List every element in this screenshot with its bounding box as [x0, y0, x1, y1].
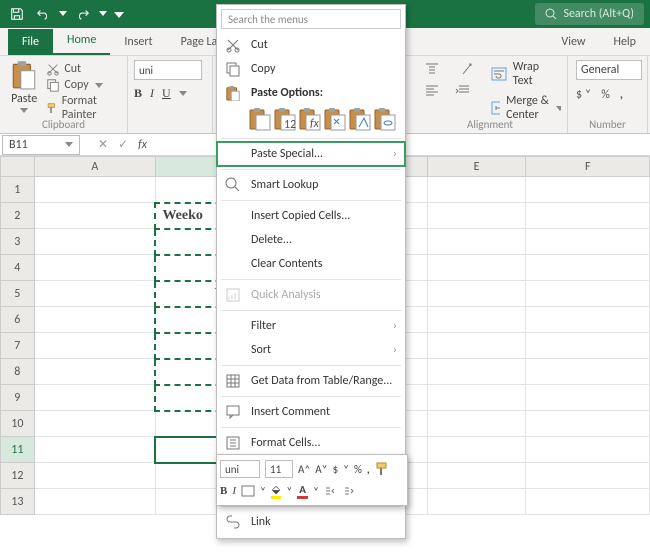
ctx-link[interactable]: Link [217, 510, 405, 534]
ctx-search[interactable]: Search the menus [221, 9, 401, 29]
ctx-insert-comment[interactable]: Insert Comment [217, 400, 405, 424]
underline-button[interactable]: U [162, 86, 171, 101]
cancel-icon[interactable]: ✕ [98, 137, 108, 152]
svg-text:123: 123 [284, 118, 296, 131]
align-top-icon[interactable] [425, 63, 439, 75]
ctx-delete[interactable]: Delete... [217, 228, 405, 252]
ctx-paste-options-header: Paste Options: [217, 81, 405, 105]
ctx-cut[interactable]: Cut [217, 33, 405, 57]
font-name-box[interactable]: uni [134, 60, 202, 80]
svg-text:fx: fx [310, 117, 320, 131]
decrease-font-icon[interactable]: A˅ [315, 463, 327, 476]
col-hdr-f[interactable]: F [526, 157, 650, 177]
mini-fill-icon[interactable]: ⬙ [271, 483, 281, 499]
chevron-right-icon: › [393, 147, 397, 161]
ctx-quick-analysis: Quick Analysis [217, 283, 405, 307]
tab-home[interactable]: Home [53, 27, 110, 55]
tab-insert[interactable]: Insert [110, 29, 166, 55]
search-box[interactable]: Search (Alt+Q) [535, 3, 644, 25]
fx-icon[interactable]: fx [138, 138, 147, 152]
ctx-clear-contents[interactable]: Clear Contents [217, 252, 405, 276]
group-clipboard: Paste Cut Copy Format Painter Clipboard [0, 56, 128, 133]
mini-font-color-icon[interactable]: A [297, 483, 308, 499]
ctx-insert-copied[interactable]: Insert Copied Cells... [217, 204, 405, 228]
mini-borders-icon[interactable] [241, 485, 255, 497]
group-font: uni B I U [128, 56, 213, 133]
mini-currency[interactable]: $ [333, 463, 339, 476]
undo-icon[interactable] [32, 3, 54, 25]
paste-options-row: 123 fx [217, 105, 405, 135]
chevron-right-icon: › [393, 319, 397, 333]
chevron-right-icon: › [393, 343, 397, 357]
copy-button[interactable]: Copy [46, 78, 121, 92]
indent-icon[interactable] [455, 84, 469, 96]
paste-opt-formulas[interactable]: fx [299, 107, 321, 131]
orientation-icon[interactable] [461, 62, 473, 76]
number-format-box[interactable]: General [576, 60, 642, 80]
name-box[interactable]: B11 [2, 135, 80, 155]
col-hdr-e[interactable]: E [427, 157, 526, 177]
mini-increase-decimal-icon[interactable] [343, 485, 357, 497]
paste-opt-all[interactable] [249, 107, 271, 131]
search-icon [545, 8, 557, 20]
mini-bold[interactable]: B [220, 485, 227, 497]
mini-decrease-decimal-icon[interactable] [324, 485, 338, 497]
ctx-filter[interactable]: Filter› [217, 314, 405, 338]
percent-button[interactable]: % [601, 88, 610, 102]
tab-help[interactable]: Help [599, 29, 650, 55]
col-hdr-a[interactable]: A [34, 157, 155, 177]
ctx-smart-lookup[interactable]: Smart Lookup [217, 173, 405, 197]
mini-toolbar: uni 11 A˄ A˅ $˅ % , B I ˅ ⬙˅ A˅ [216, 454, 408, 506]
align-left-icon[interactable] [425, 84, 439, 96]
mini-italic[interactable]: I [232, 485, 236, 497]
select-all-corner[interactable] [1, 157, 35, 177]
ctx-paste-special[interactable]: Paste Special...› [217, 142, 405, 166]
ctx-format-cells[interactable]: Format Cells... [217, 431, 405, 455]
italic-button[interactable]: I [150, 86, 154, 101]
search-placeholder: Search (Alt+Q) [563, 7, 634, 21]
tab-file[interactable]: File [8, 29, 53, 55]
redo-icon[interactable] [72, 3, 94, 25]
cut-button[interactable]: Cut [46, 62, 121, 76]
paste-opt-values[interactable]: 123 [274, 107, 296, 131]
enter-icon[interactable]: ✓ [118, 137, 128, 152]
paste-button[interactable]: Paste [6, 60, 42, 122]
tab-view[interactable]: View [547, 29, 599, 55]
paste-opt-formatting[interactable] [349, 107, 371, 131]
wrap-text-button[interactable]: Wrap Text [491, 60, 561, 88]
comma-button[interactable]: , [620, 88, 623, 102]
paste-opt-link[interactable] [374, 107, 396, 131]
format-painter-icon[interactable] [375, 462, 389, 476]
currency-button[interactable]: $ ˅ [576, 88, 591, 102]
mini-font-name[interactable]: uni [220, 460, 260, 478]
mini-font-size[interactable]: 11 [265, 460, 293, 478]
mini-comma[interactable]: , [367, 463, 370, 476]
bold-button[interactable]: B [134, 86, 142, 101]
ctx-copy[interactable]: Copy [217, 57, 405, 81]
ctx-sort[interactable]: Sort› [217, 338, 405, 362]
mini-percent[interactable]: % [354, 463, 362, 476]
ctx-get-data[interactable]: Get Data from Table/Range... [217, 369, 405, 393]
group-number: General $ ˅ % , Number [568, 56, 648, 133]
save-icon[interactable] [6, 3, 28, 25]
group-alignment: Wrap Text Merge & Center Alignment [413, 56, 568, 133]
paste-opt-transpose[interactable] [324, 107, 346, 131]
increase-font-icon[interactable]: A˄ [298, 463, 310, 476]
